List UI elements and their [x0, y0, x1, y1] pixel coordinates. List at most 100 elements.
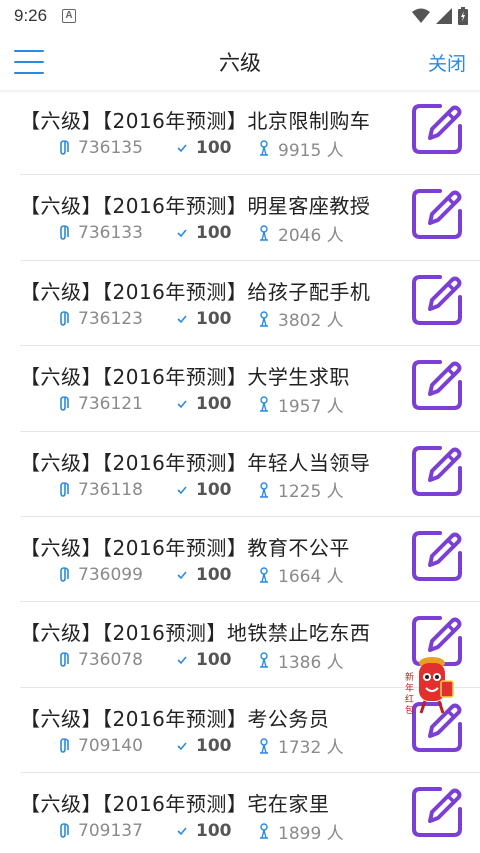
edit-icon: [412, 104, 462, 154]
list-item[interactable]: 【六级】【2016年预测】明星客座教授 736133 100 2046 人: [20, 175, 480, 261]
signal-icon: [436, 8, 452, 24]
user-icon: [260, 396, 268, 412]
item-score: 100: [196, 564, 232, 585]
item-users: 1732 人: [278, 738, 344, 759]
edit-icon: [412, 189, 462, 240]
item-meta: 736123 100 3802 人: [60, 308, 344, 331]
edit-icon: [412, 787, 462, 838]
item-score: 100: [196, 138, 232, 158]
item-meta: 736099 100 1664 人: [60, 564, 344, 588]
attachment-icon: [60, 567, 69, 582]
item-id: 709137: [78, 821, 143, 842]
notification-a-icon: A: [62, 9, 76, 23]
item-score: 100: [196, 821, 232, 842]
item-meta: 736135 100 9915 人: [60, 137, 344, 161]
edit-button[interactable]: [410, 444, 464, 498]
item-id: 736123: [78, 308, 143, 329]
edit-icon: [412, 445, 462, 496]
item-id: 736133: [78, 223, 143, 244]
attachment-icon: [60, 396, 69, 411]
wifi-icon: [412, 8, 430, 23]
item-title: 【六级】【2016年预测】年轻人当领导: [20, 450, 371, 475]
item-score: 100: [196, 394, 232, 415]
item-users: 1386 人: [278, 652, 344, 673]
item-title: 【六级】【2016年预测】北京限制购车: [20, 109, 371, 133]
edit-button[interactable]: [410, 102, 464, 156]
red-packet-badge[interactable]: 新年红包: [405, 655, 459, 719]
edit-button[interactable]: [410, 273, 464, 327]
status-bar: 9:26 A: [0, 0, 480, 34]
user-icon: [260, 823, 268, 839]
item-title: 【六级】【2016年预测】给孩子配手机: [20, 279, 371, 304]
page-title: 六级: [219, 51, 261, 75]
item-id: 736121: [78, 394, 143, 415]
user-icon: [260, 140, 268, 156]
item-title: 【六级】【2016年预测】考公务员: [20, 706, 330, 731]
check-icon: [177, 742, 187, 750]
item-id: 736099: [78, 564, 143, 585]
item-title: 【六级】【2016年预测】教育不公平: [20, 535, 350, 560]
item-meta: 736078 100 1386 人: [60, 649, 344, 673]
close-button[interactable]: 关闭: [428, 49, 466, 76]
item-users: 1957 人: [278, 396, 344, 417]
item-users: 2046 人: [278, 225, 344, 246]
user-icon: [260, 225, 268, 242]
attachment-icon: [60, 310, 69, 326]
battery-icon: [458, 7, 468, 25]
item-users: 9915 人: [278, 140, 344, 161]
attachment-icon: [60, 652, 69, 668]
item-title: 【六级】【2016预测】地铁禁止吃东西: [20, 621, 371, 646]
item-id: 709140: [78, 735, 143, 756]
list-item[interactable]: 【六级】【2016年预测】年轻人当领导 736118 100 1225 人: [20, 432, 480, 517]
check-icon: [177, 656, 187, 665]
item-meta: 709140 100 1732 人: [60, 735, 344, 759]
check-icon: [177, 315, 187, 323]
edit-button[interactable]: [410, 529, 464, 583]
item-meta: 709137 100 1899 人: [60, 820, 344, 844]
attachment-icon: [60, 225, 69, 241]
attachment-icon: [60, 481, 69, 497]
edit-button[interactable]: [410, 187, 464, 241]
list-item[interactable]: 【六级】【2016年预测】教育不公平 736099 100 1664 人: [20, 517, 480, 603]
user-icon: [260, 567, 268, 583]
check-icon: [177, 229, 187, 238]
item-title: 【六级】【2016年预测】明星客座教授: [20, 194, 371, 219]
item-title: 【六级】【2016年预测】宅在家里: [20, 792, 330, 817]
item-meta: 736121 100 1957 人: [60, 393, 344, 417]
list-item[interactable]: 【六级】【2016年预测】给孩子配手机 736123 100 3802 人: [20, 261, 480, 347]
list-item[interactable]: 【六级】【2016年预测】北京限制购车 736135 100 9915 人: [20, 90, 480, 176]
list-item[interactable]: 【六级】【2016年预测】大学生求职 736121 100 1957 人: [20, 346, 480, 432]
item-users: 1664 人: [278, 567, 344, 588]
red-packet-label: 新年红包: [405, 673, 415, 716]
check-icon: [177, 400, 187, 409]
item-users: 1225 人: [278, 482, 344, 503]
list-item[interactable]: 【六级】【2016年预测】宅在家里 709137 100 1899 人: [20, 773, 480, 853]
item-meta: 736133 100 2046 人: [60, 222, 344, 246]
attachment-icon: [60, 140, 69, 155]
item-score: 100: [196, 735, 232, 756]
user-icon: [260, 738, 268, 754]
item-score: 100: [196, 650, 232, 671]
attachment-icon: [60, 823, 69, 838]
item-title: 【六级】【2016年预测】大学生求职: [20, 365, 350, 390]
item-id: 736078: [78, 650, 143, 671]
edit-icon: [412, 360, 462, 411]
user-icon: [260, 652, 268, 669]
user-icon: [260, 481, 268, 498]
item-score: 100: [196, 223, 232, 244]
status-icons: [412, 7, 468, 25]
item-id: 736135: [78, 138, 143, 158]
exercise-list: 【六级】【2016年预测】北京限制购车 736135 100 9915 人 【六…: [0, 90, 480, 853]
edit-icon: [412, 530, 462, 581]
check-icon: [177, 827, 187, 836]
item-meta: 736118 100 1225 人: [60, 479, 344, 503]
divider: [0, 90, 480, 94]
edit-button[interactable]: [410, 785, 464, 839]
app-bar: 六级 关闭: [0, 34, 480, 90]
status-time: 9:26: [14, 6, 48, 25]
item-score: 100: [196, 479, 232, 500]
item-score: 100: [196, 308, 232, 329]
attachment-icon: [60, 737, 69, 753]
edit-button[interactable]: [410, 358, 464, 412]
check-icon: [177, 144, 187, 153]
